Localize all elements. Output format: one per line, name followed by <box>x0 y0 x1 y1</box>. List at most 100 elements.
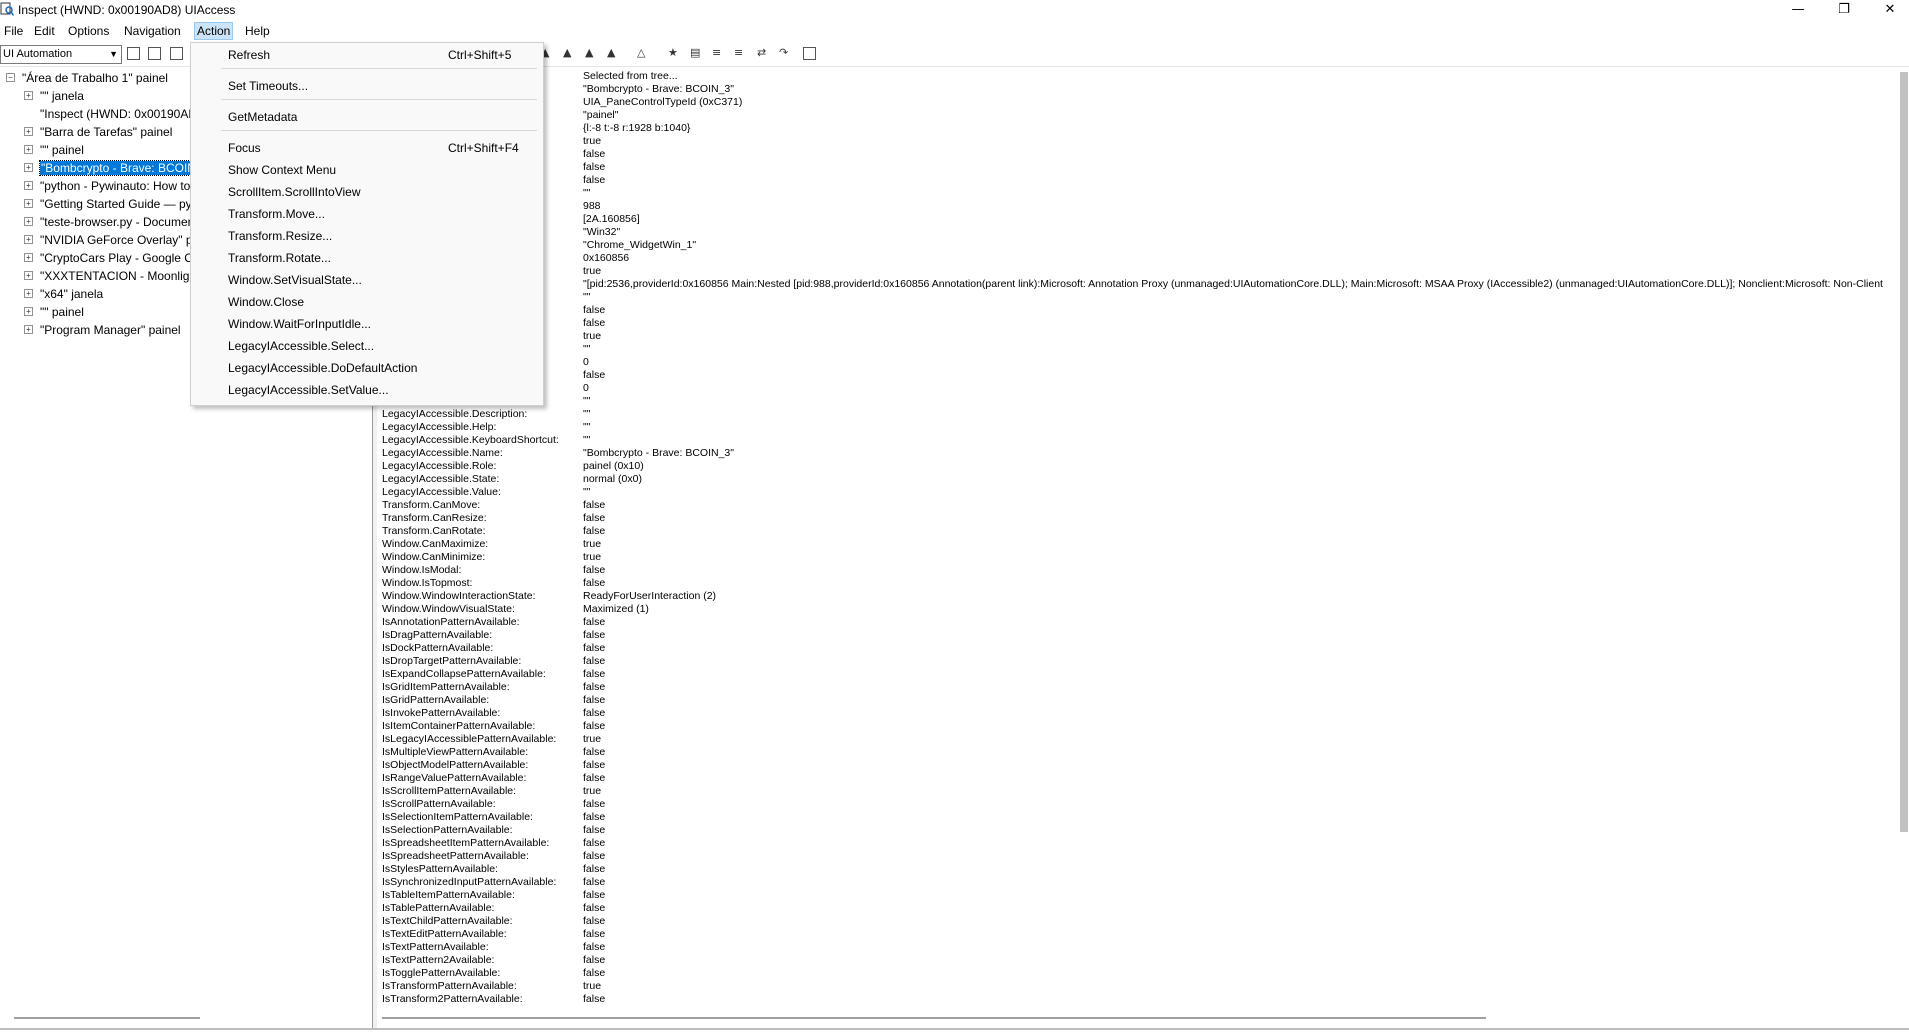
options-icon[interactable]: ↷ <box>779 46 788 59</box>
property-value: false <box>583 902 606 914</box>
property-value: normal (0x0) <box>583 473 642 485</box>
property-name: IsSelectionItemPatternAvailable: <box>382 811 533 823</box>
expand-icon[interactable]: + <box>24 271 33 280</box>
menu-edit[interactable]: Edit <box>32 24 57 38</box>
menu-separator <box>221 130 537 131</box>
expand-icon[interactable]: + <box>24 199 33 208</box>
property-value: false <box>583 915 606 927</box>
tree-item-label: "Barra de Tarefas" painel <box>40 125 173 139</box>
menu-item-shortcut: Ctrl+Shift+5 <box>448 48 512 62</box>
menu-item-transform-move[interactable]: Transform.Move... <box>191 204 543 224</box>
menu-help[interactable]: Help <box>243 24 272 38</box>
menu-file[interactable]: File <box>2 24 25 38</box>
menu-item-refresh[interactable]: Refresh Ctrl+Shift+5 <box>191 45 543 65</box>
property-name: IsScrollItemPatternAvailable: <box>382 785 517 797</box>
property-value: false <box>583 681 606 693</box>
close-button[interactable]: ✕ <box>1867 0 1909 20</box>
tree-nav-prev-icon[interactable]: ▲ <box>607 46 615 59</box>
refresh-list-icon[interactable]: ⇄ <box>757 46 766 59</box>
tree-nav-last-icon[interactable]: △ <box>637 46 645 59</box>
tree-nav-next-icon[interactable]: ▲ <box>585 46 593 59</box>
menu-item-transform-resize[interactable]: Transform.Resize... <box>191 226 543 246</box>
properties-horizontal-scrollbar[interactable] <box>382 1017 1486 1019</box>
menu-options[interactable]: Options <box>66 24 111 38</box>
tree-item-label: "x64" janela <box>40 287 104 301</box>
menu-item-legacy-select[interactable]: LegacyIAccessible.Select... <box>191 336 543 356</box>
menu-action[interactable]: Action <box>194 22 234 40</box>
property-value: true <box>583 135 602 147</box>
menu-item-scroll-into-view[interactable]: ScrollItem.ScrollIntoView <box>191 182 543 202</box>
expand-icon[interactable]: + <box>24 91 33 100</box>
menu-item-window-wait-for-input-idle[interactable]: Window.WaitForInputIdle... <box>191 314 543 334</box>
property-name: Window.WindowVisualState: <box>382 603 515 615</box>
copy-icon[interactable] <box>148 47 161 60</box>
properties-list[interactable]: Selected from tree... "Bombcrypto - Brave… <box>382 70 1900 1015</box>
menu-item-label: Set Timeouts... <box>228 79 309 93</box>
menu-item-getmetadata[interactable]: GetMetadata <box>191 107 543 127</box>
menu-item-label: Window.Close <box>228 295 305 309</box>
property-value: false <box>583 161 606 173</box>
expand-icon[interactable]: + <box>24 253 33 262</box>
property-name: IsSelectionPatternAvailable: <box>382 824 513 836</box>
menu-item-window-close[interactable]: Window.Close <box>191 292 543 312</box>
menu-item-set-timeouts[interactable]: Set Timeouts... <box>191 76 543 96</box>
menu-item-label: LegacyIAccessible.SetValue... <box>228 383 389 397</box>
expand-icon[interactable]: + <box>24 289 33 298</box>
tree-nav-first-child-icon[interactable]: ▲ <box>563 46 571 59</box>
expand-icon[interactable]: + <box>24 217 33 226</box>
property-name: IsTableItemPatternAvailable: <box>382 889 515 901</box>
menu-item-label: Transform.Move... <box>228 207 325 221</box>
menu-item-transform-rotate[interactable]: Transform.Rotate... <box>191 248 543 268</box>
property-value: true <box>583 330 602 342</box>
menu-item-label: Transform.Rotate... <box>228 251 331 265</box>
menu-item-window-set-visual-state[interactable]: Window.SetVisualState... <box>191 270 543 290</box>
settings-icon[interactable] <box>170 47 183 60</box>
show-hierarchy-icon[interactable]: ▤ <box>690 46 700 59</box>
tree-item-label: "" painel <box>40 143 84 157</box>
caret-tracking-icon[interactable] <box>803 47 816 60</box>
highlight-icon[interactable]: ★ <box>668 46 678 59</box>
property-value: false <box>583 525 606 537</box>
property-value: false <box>583 720 606 732</box>
property-value: "" <box>583 421 591 433</box>
list-icon[interactable]: ≡ <box>734 46 743 59</box>
property-name: IsTransform2PatternAvailable: <box>382 993 523 1005</box>
tree-item-label: "Área de Trabalho 1" painel <box>22 71 168 85</box>
property-name: Transform.CanMove: <box>382 499 481 511</box>
tree-horizontal-scrollbar[interactable] <box>14 1017 200 1019</box>
property-value: true <box>583 733 602 745</box>
expand-icon[interactable]: + <box>24 145 33 154</box>
property-value: false <box>583 746 606 758</box>
property-name: IsTogglePatternAvailable: <box>382 967 501 979</box>
maximize-button[interactable]: ❐ <box>1821 0 1867 20</box>
property-name: IsGridPatternAvailable: <box>382 694 490 706</box>
property-name: LegacyIAccessible.KeyboardShortcut: <box>382 434 559 446</box>
chevron-down-icon: ▼ <box>109 49 118 59</box>
property-value: "Win32" <box>583 226 621 238</box>
minimize-button[interactable]: — <box>1775 0 1821 20</box>
property-name: Transform.CanRotate: <box>382 525 486 537</box>
property-value: "painel" <box>583 109 619 121</box>
expand-icon[interactable]: + <box>24 181 33 190</box>
property-value: false <box>583 889 606 901</box>
expand-icon[interactable]: + <box>24 307 33 316</box>
property-name: LegacyIAccessible.State: <box>382 473 500 485</box>
expand-icon[interactable]: + <box>24 163 33 172</box>
properties-vertical-scrollbar[interactable] <box>1900 72 1908 832</box>
menu-bar: File Edit Options Navigation Action Help <box>0 22 1909 40</box>
property-value: "" <box>583 343 591 355</box>
menu-item-label: GetMetadata <box>228 110 298 124</box>
menu-item-focus[interactable]: Focus Ctrl+Shift+F4 <box>191 138 543 158</box>
expand-icon[interactable]: ≡ <box>712 46 721 59</box>
menu-item-legacy-do-default-action[interactable]: LegacyIAccessible.DoDefaultAction <box>191 358 543 378</box>
menu-navigation[interactable]: Navigation <box>122 24 183 38</box>
menu-item-show-context-menu[interactable]: Show Context Menu <box>191 160 543 180</box>
mode-select[interactable]: UI Automation ▼ <box>0 45 122 64</box>
watch-focus-icon[interactable] <box>127 47 140 60</box>
expand-icon[interactable]: + <box>24 235 33 244</box>
expand-icon[interactable]: + <box>24 325 33 334</box>
property-name: IsItemContainerPatternAvailable: <box>382 720 536 732</box>
expand-icon[interactable]: + <box>24 127 33 136</box>
menu-item-legacy-set-value[interactable]: LegacyIAccessible.SetValue... <box>191 380 543 400</box>
collapse-icon[interactable]: − <box>6 73 15 82</box>
